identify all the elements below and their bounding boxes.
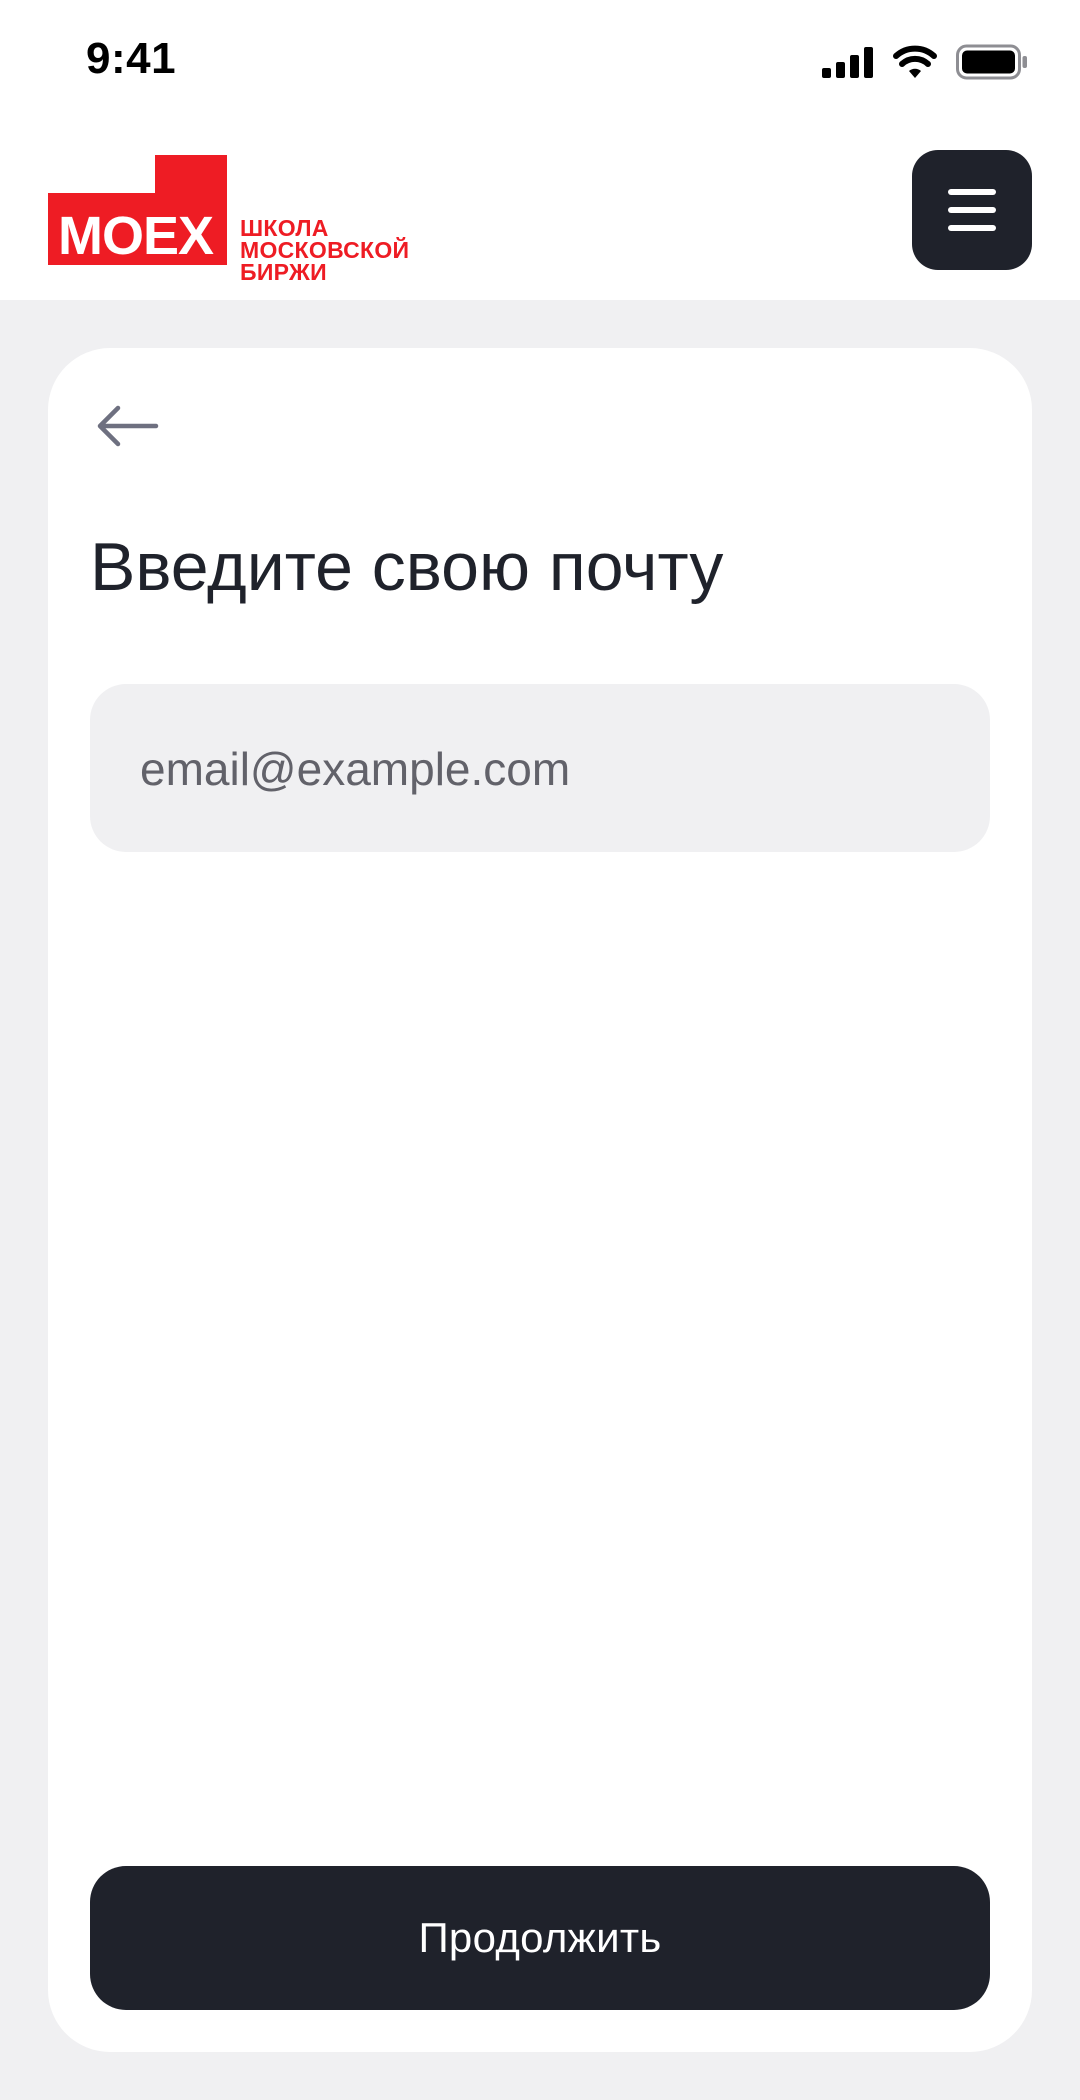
wifi-icon	[892, 45, 938, 84]
hamburger-line	[948, 207, 996, 213]
logo-subtitle: ШКОЛА МОСКОВСКОЙ БИРЖИ	[240, 215, 410, 285]
logo-line-1: ШКОЛА	[240, 215, 329, 241]
app-header: MOEX ШКОЛА МОСКОВСКОЙ БИРЖИ	[0, 125, 1080, 300]
battery-icon	[956, 44, 1028, 85]
status-bar: 9:41	[0, 0, 1080, 125]
status-time: 9:41	[86, 34, 177, 83]
status-icons	[822, 44, 1028, 85]
logo-line-2: МОСКОВСКОЙ	[240, 237, 410, 263]
hamburger-line	[948, 189, 996, 195]
hamburger-menu-button[interactable]	[912, 150, 1032, 270]
email-entry-card: Введите свою почту Продолжить	[48, 348, 1032, 2052]
cellular-signal-icon	[822, 46, 874, 83]
back-button[interactable]	[94, 400, 162, 452]
moex-school-logo[interactable]: MOEX ШКОЛА МОСКОВСКОЙ БИРЖИ	[48, 155, 428, 284]
logo-line-3: БИРЖИ	[240, 259, 327, 285]
hamburger-line	[948, 225, 996, 231]
page-title: Введите свою почту	[90, 529, 724, 605]
logo-wordmark: MOEX	[58, 206, 214, 266]
email-field[interactable]	[90, 684, 990, 854]
arrow-left-icon	[97, 405, 159, 447]
email-input[interactable]	[138, 684, 946, 854]
continue-button[interactable]: Продолжить	[90, 1866, 990, 2010]
